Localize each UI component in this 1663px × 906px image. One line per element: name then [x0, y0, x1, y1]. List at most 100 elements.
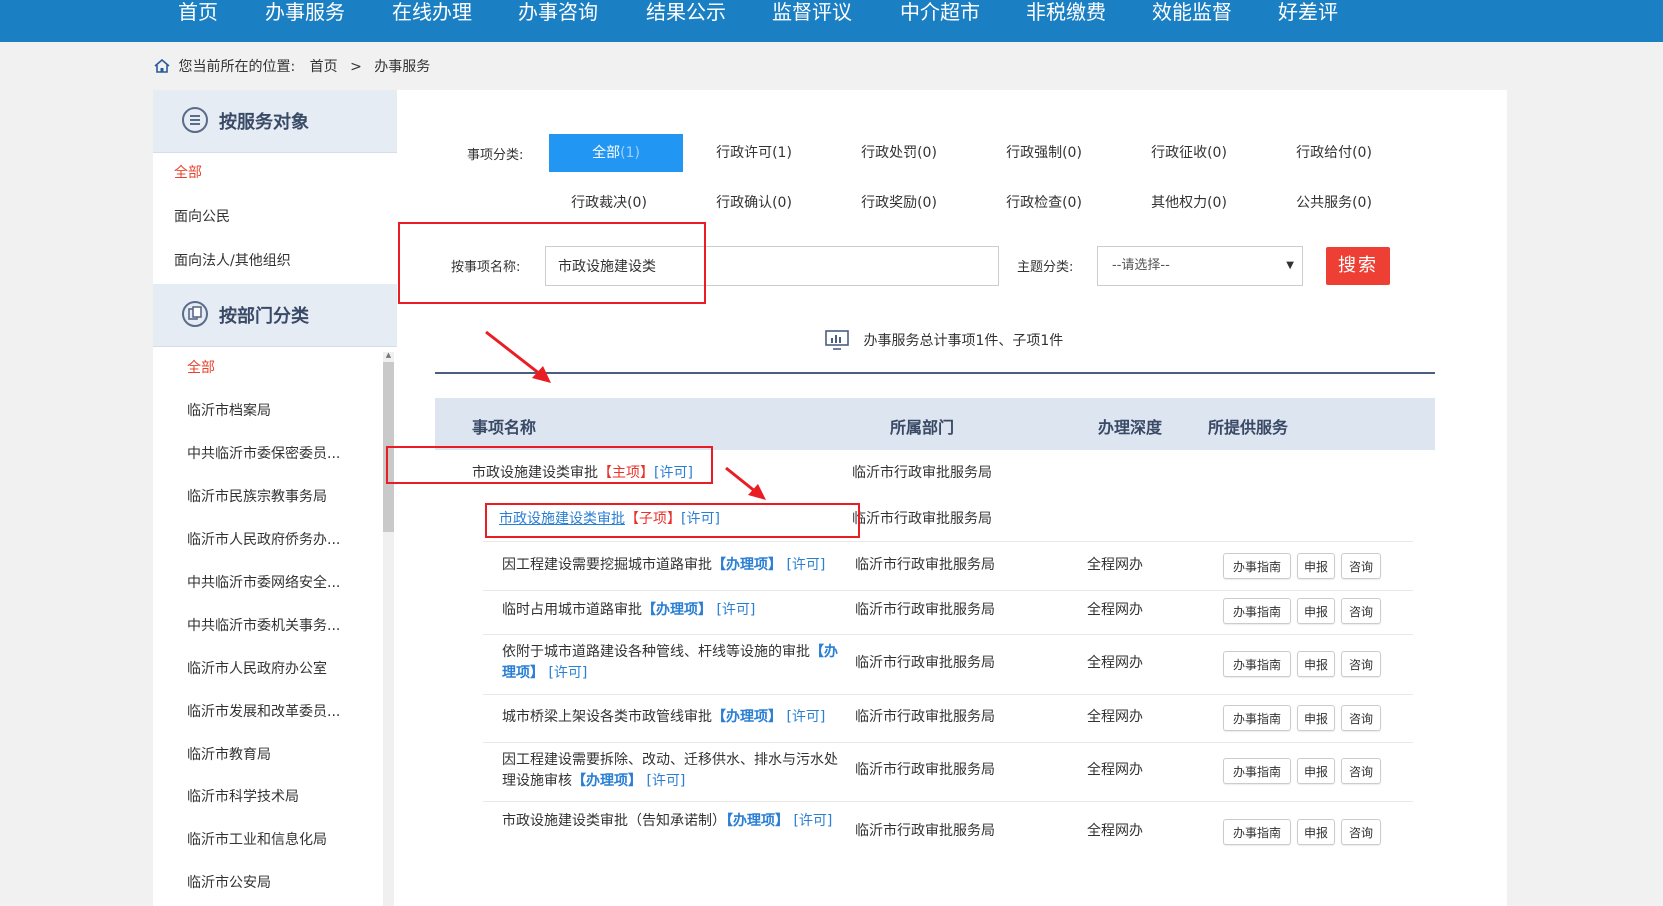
dept-item[interactable]: 临沂市民族宗教事务局 [187, 486, 327, 506]
nav-online[interactable]: 在线办理 [392, 0, 472, 25]
category-ruling[interactable]: 行政裁决(0) [542, 184, 676, 222]
consult-button[interactable]: 咨询 [1341, 651, 1381, 677]
dept-item[interactable]: 中共临沂市委保密委员... [187, 443, 340, 463]
category-count: (1) [620, 145, 640, 161]
category-enforcement[interactable]: 行政强制(0) [977, 134, 1111, 172]
category-name: 行政给付 [1296, 145, 1353, 161]
guide-button[interactable]: 办事指南 [1223, 553, 1291, 579]
row-name[interactable]: 临时占用城市道路审批 [502, 602, 642, 618]
breadcrumb-separator: > [350, 59, 362, 75]
guide-button[interactable]: 办事指南 [1223, 758, 1291, 784]
guide-button[interactable]: 办事指南 [1223, 819, 1291, 845]
nav-services[interactable]: 办事服务 [265, 0, 345, 25]
category-inspection[interactable]: 行政检查(0) [977, 184, 1111, 222]
table-row: 临时占用城市道路审批【办理项】 [许可] [502, 600, 847, 621]
theme-label: 主题分类: [1017, 260, 1074, 275]
target-item-legal-person[interactable]: 面向法人/其他组织 [174, 250, 291, 270]
row-name[interactable]: 市政设施建设类审批（告知承诺制） [502, 813, 726, 829]
row-type: [许可] [793, 813, 833, 829]
category-name: 行政处罚 [861, 145, 918, 161]
scroll-up-arrow-icon[interactable]: ▲ [383, 350, 394, 360]
dept-item[interactable]: 临沂市科学技术局 [187, 786, 299, 806]
nav-efficiency[interactable]: 效能监督 [1152, 0, 1232, 25]
consult-button[interactable]: 咨询 [1341, 705, 1381, 731]
category-confirmation[interactable]: 行政确认(0) [687, 184, 821, 222]
target-item-all[interactable]: 全部 [174, 162, 202, 182]
header-item-name: 事项名称 [472, 418, 537, 437]
nav-consult[interactable]: 办事咨询 [518, 0, 598, 25]
nav-agency-market[interactable]: 中介超市 [900, 0, 980, 25]
category-count: (0) [627, 195, 647, 211]
category-levy[interactable]: 行政征收(0) [1122, 134, 1256, 172]
nav-results[interactable]: 结果公示 [646, 0, 726, 25]
row-tag: 【办理项】 [726, 813, 789, 829]
row-type: [许可] [716, 602, 756, 618]
row-depth: 全程网办 [1087, 823, 1143, 839]
apply-button[interactable]: 申报 [1297, 705, 1335, 731]
breadcrumb-home[interactable]: 首页 [310, 59, 338, 75]
apply-button[interactable]: 申报 [1297, 651, 1335, 677]
summary: 办事服务总计事项1件、子项1件 [825, 330, 1063, 350]
category-count: (0) [1207, 145, 1227, 161]
category-other[interactable]: 其他权力(0) [1122, 184, 1256, 222]
nav-fee-payment[interactable]: 非税缴费 [1026, 0, 1106, 25]
row-depth: 全程网办 [1087, 655, 1143, 671]
sub-item-dept: 临沂市行政审批服务局 [852, 511, 992, 527]
consult-button[interactable]: 咨询 [1341, 758, 1381, 784]
row-type: [许可] [786, 557, 826, 573]
apply-button[interactable]: 申报 [1297, 553, 1335, 579]
annotation-box [398, 222, 706, 304]
category-permit[interactable]: 行政许可(1) [687, 134, 821, 172]
table-row: 市政设施建设类审批（告知承诺制）【办理项】 [许可] [502, 811, 847, 832]
row-name[interactable]: 城市桥梁上架设各类市政管线审批 [502, 709, 712, 725]
category-public-service[interactable]: 公共服务(0) [1267, 184, 1401, 222]
category-all[interactable]: 全部(1) [549, 134, 683, 172]
category-name: 公共服务 [1296, 195, 1353, 211]
dept-item[interactable]: 中共临沂市委网络安全... [187, 572, 340, 592]
category-name: 行政强制 [1006, 145, 1063, 161]
category-reward[interactable]: 行政奖励(0) [832, 184, 966, 222]
dept-item[interactable]: 临沂市人民政府侨务办... [187, 529, 340, 549]
search-button[interactable]: 搜索 [1326, 247, 1390, 285]
dept-item[interactable]: 临沂市教育局 [187, 744, 271, 764]
apply-button[interactable]: 申报 [1297, 598, 1335, 624]
dept-item[interactable]: 中共临沂市委机关事务... [187, 615, 340, 635]
summary-text: 办事服务总计事项1件、子项1件 [863, 333, 1064, 349]
row-dept: 临沂市行政审批服务局 [855, 823, 995, 839]
consult-button[interactable]: 咨询 [1341, 819, 1381, 845]
apply-button[interactable]: 申报 [1297, 758, 1335, 784]
row-dept: 临沂市行政审批服务局 [855, 762, 995, 778]
consult-button[interactable]: 咨询 [1341, 553, 1381, 579]
guide-button[interactable]: 办事指南 [1223, 598, 1291, 624]
nav-home[interactable]: 首页 [178, 0, 218, 25]
row-name[interactable]: 依附于城市道路建设各种管线、杆线等设施的审批 [502, 644, 810, 660]
guide-button[interactable]: 办事指南 [1223, 651, 1291, 677]
dept-item[interactable]: 临沂市发展和改革委员... [187, 701, 340, 721]
dept-item[interactable]: 临沂市人民政府办公室 [187, 658, 327, 678]
category-penalty[interactable]: 行政处罚(0) [832, 134, 966, 172]
category-count: (0) [1352, 195, 1372, 211]
consult-button[interactable]: 咨询 [1341, 598, 1381, 624]
guide-button[interactable]: 办事指南 [1223, 705, 1291, 731]
nav-rating[interactable]: 好差评 [1278, 0, 1338, 25]
row-divider [483, 742, 1413, 743]
category-payment[interactable]: 行政给付(0) [1267, 134, 1401, 172]
dept-item[interactable]: 临沂市工业和信息化局 [187, 829, 327, 849]
table-row: 城市桥梁上架设各类市政管线审批【办理项】 [许可] [502, 707, 847, 728]
row-divider [483, 801, 1413, 802]
table-header: 事项名称 所属部门 办理深度 所提供服务 [435, 398, 1435, 450]
main-panel: 事项分类: 全部(1) 行政许可(1) 行政处罚(0) 行政强制(0) 行政征收… [397, 90, 1507, 906]
dept-item[interactable]: 临沂市档案局 [187, 400, 271, 420]
theme-select[interactable]: --请选择-- ▼ [1097, 246, 1303, 286]
apply-button[interactable]: 申报 [1297, 819, 1335, 845]
dept-item[interactable]: 临沂市公安局 [187, 872, 271, 892]
row-name[interactable]: 因工程建设需要挖掘城市道路审批 [502, 557, 712, 573]
category-name: 行政征收 [1151, 145, 1208, 161]
row-depth: 全程网办 [1087, 557, 1143, 573]
row-tag: 【办理项】 [712, 557, 782, 573]
target-item-citizen[interactable]: 面向公民 [174, 206, 230, 226]
row-type: [许可] [786, 709, 826, 725]
nav-evaluation[interactable]: 监督评议 [772, 0, 852, 25]
dept-item[interactable]: 全部 [187, 357, 215, 377]
category-name: 行政检查 [1006, 195, 1063, 211]
